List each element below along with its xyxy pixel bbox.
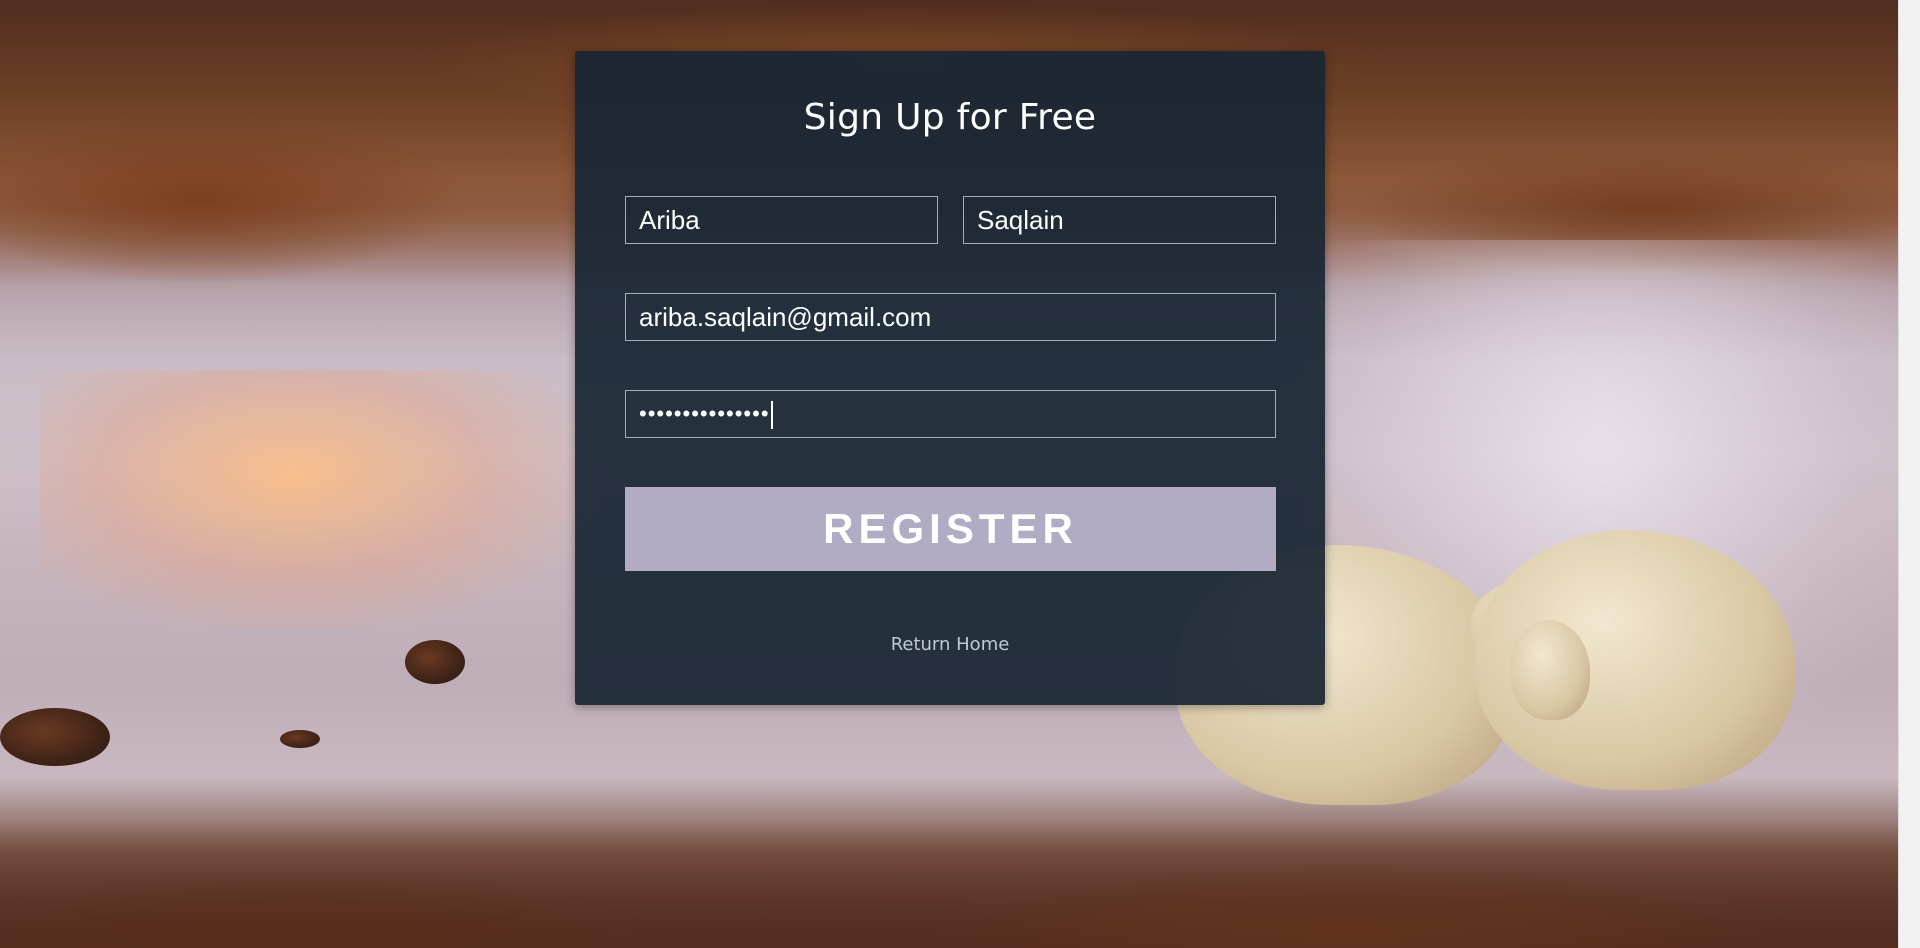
password-masked-value: •••••••••••••••: [639, 401, 770, 426]
form-title: Sign Up for Free: [803, 97, 1097, 138]
background-rock: [280, 730, 320, 748]
email-input[interactable]: ariba.saqlain@gmail.com: [625, 293, 1276, 341]
background-shrubs-bottom: [0, 820, 1899, 948]
signup-form-card: Sign Up for Free Ariba Saqlain ariba.saq…: [575, 51, 1325, 705]
register-button[interactable]: REGISTER: [625, 487, 1276, 571]
background-rock: [0, 708, 110, 766]
background-sunset-reflection: [40, 370, 600, 630]
background-rock: [405, 640, 465, 684]
return-home-link[interactable]: Return Home: [575, 634, 1325, 655]
password-input[interactable]: •••••••••••••••: [625, 390, 1276, 438]
last-name-input[interactable]: Saqlain: [963, 196, 1276, 244]
first-name-input[interactable]: Ariba: [625, 196, 938, 244]
polar-bear-right-head: [1510, 620, 1590, 720]
text-caret: [770, 401, 773, 430]
page: Sign Up for Free Ariba Saqlain ariba.saq…: [0, 0, 1920, 948]
page-scrollbar[interactable]: [1898, 0, 1920, 948]
